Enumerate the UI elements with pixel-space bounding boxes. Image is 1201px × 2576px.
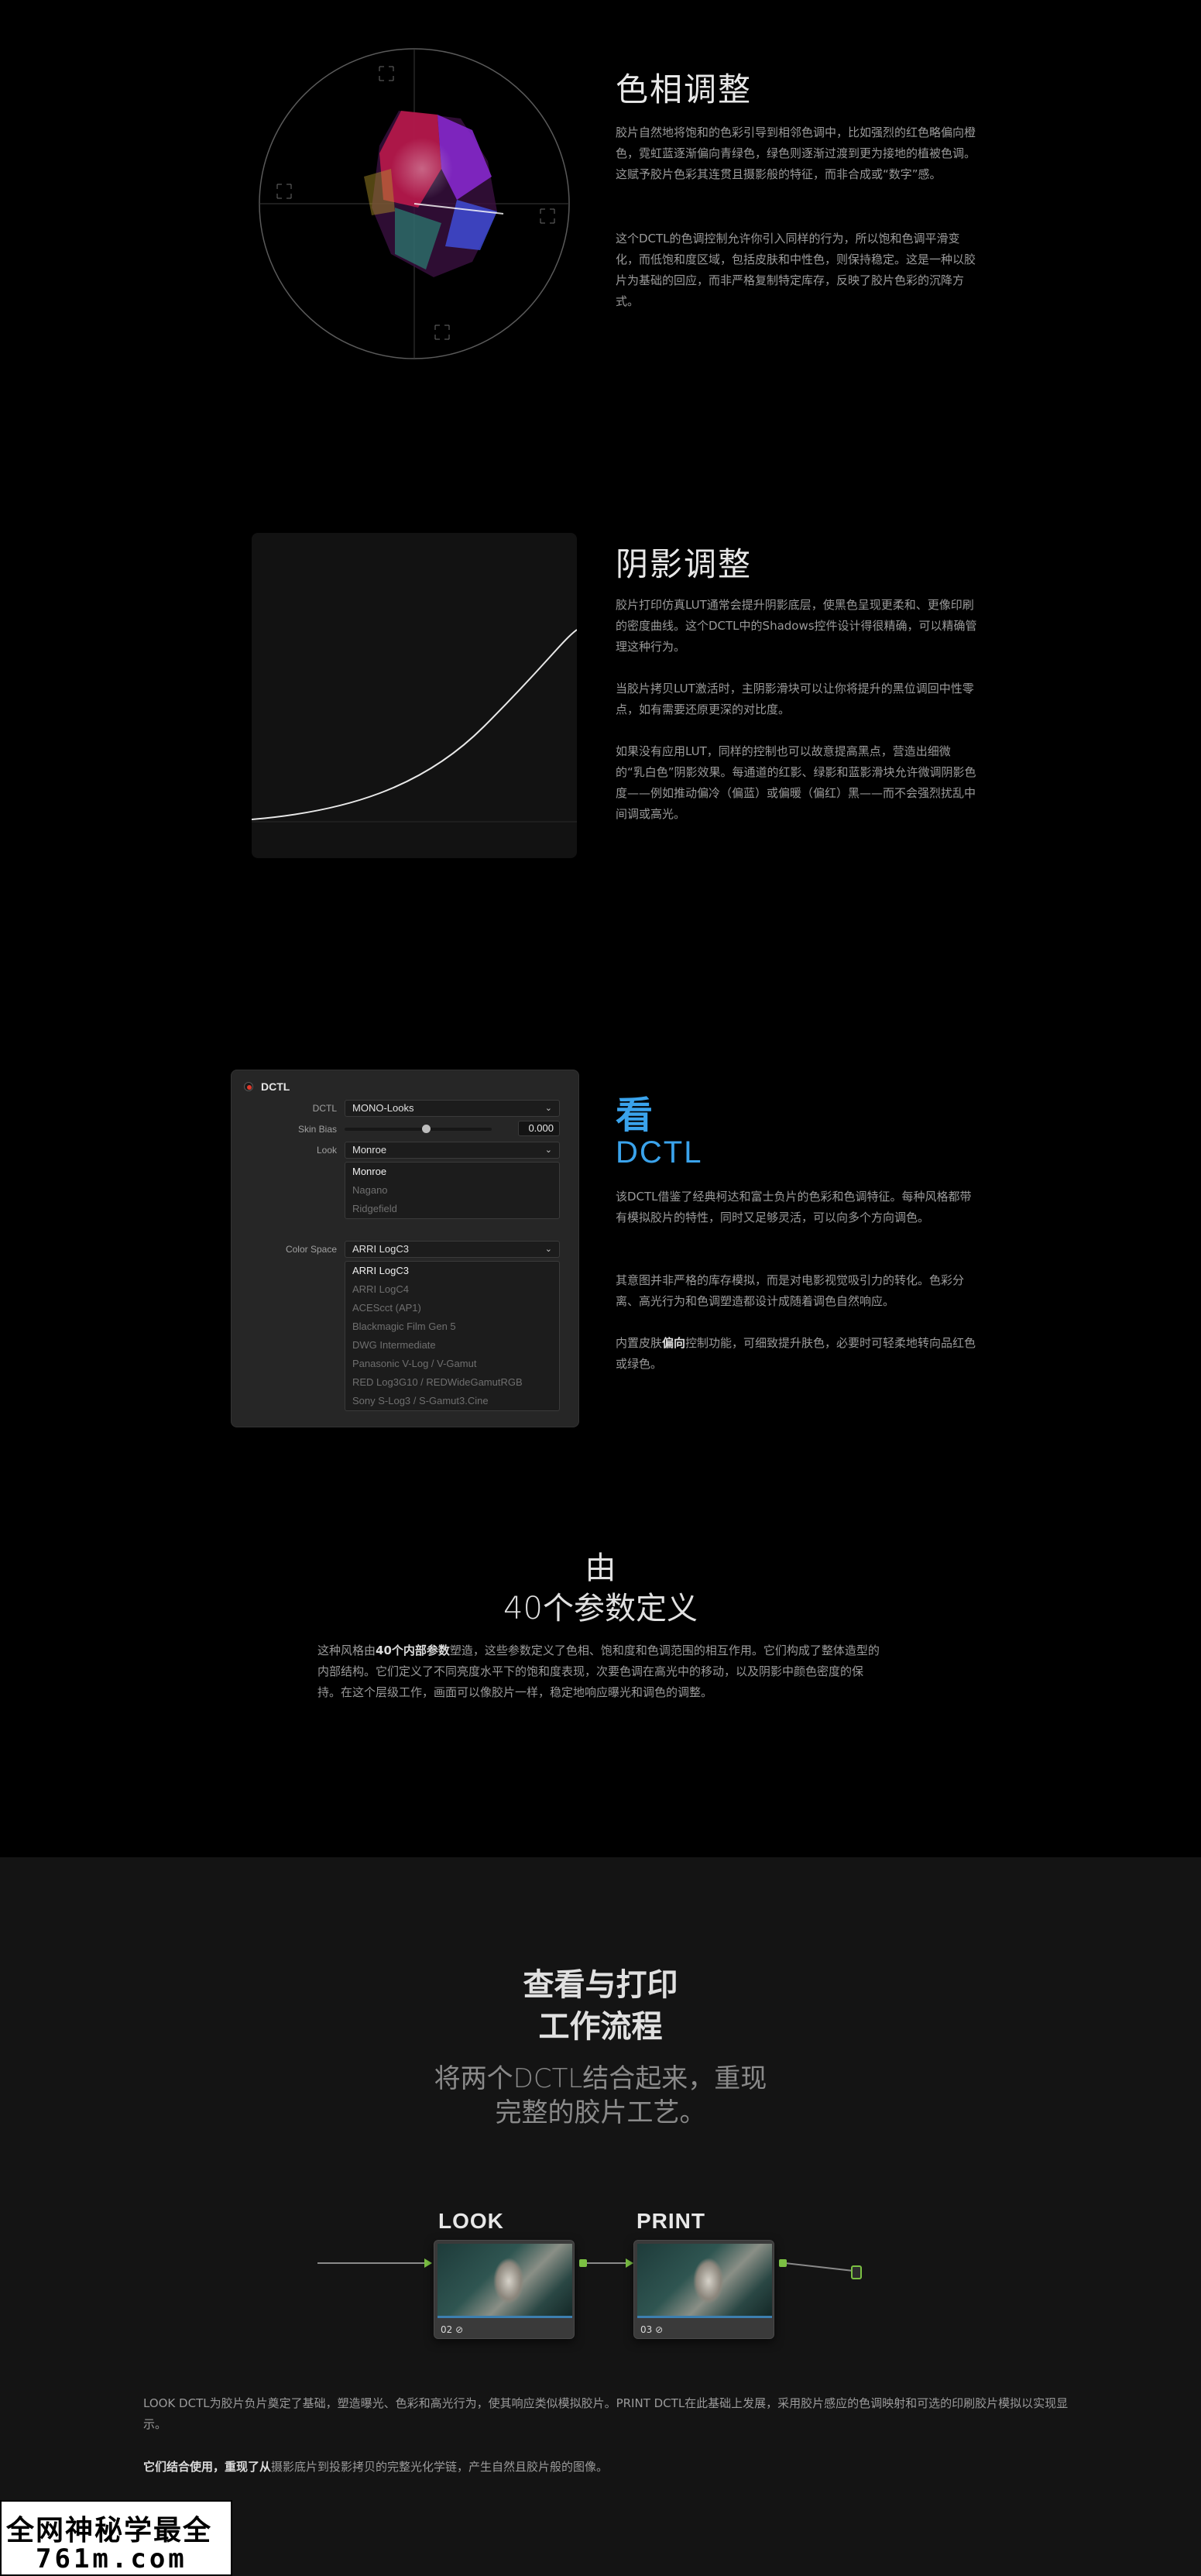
color-space-option[interactable]: Panasonic V-Log / V-Gamut xyxy=(345,1355,559,1373)
look-dropdown-list: Monroe Nagano Ridgefield xyxy=(345,1162,560,1219)
dctl-settings-panel: DCTL DCTL MONO-Looks ⌄ Skin Bias 0.000 L… xyxy=(231,1070,579,1427)
link-icon: ⊘ xyxy=(655,2324,664,2335)
shadows-title: 阴影调整 xyxy=(616,545,753,583)
watermark-line-1: 全网神秘学最全 xyxy=(6,2515,213,2547)
color-space-option[interactable]: ARRI LogC4 xyxy=(345,1280,559,1299)
look-node-thumbnail xyxy=(438,2244,572,2318)
look-title-char: 看 xyxy=(616,1094,654,1137)
look-option-ridgefield[interactable]: Ridgefield xyxy=(345,1200,559,1218)
print-node-thumbnail xyxy=(637,2244,772,2318)
shadows-paragraph-2: 当胶片拷贝LUT激活时，主阴影滑块可以让你将提升的黑位调回中性零点，如有需要还原… xyxy=(616,682,974,716)
dctl-select-value: MONO-Looks xyxy=(352,1102,414,1114)
print-node[interactable]: 03 ⊘ xyxy=(633,2240,774,2339)
look-option-monroe[interactable]: Monroe xyxy=(345,1163,559,1181)
dctl-select[interactable]: MONO-Looks ⌄ xyxy=(345,1100,560,1117)
skin-bias-label: Skin Bias xyxy=(297,1124,337,1135)
color-space-option[interactable]: ACEScct (AP1) xyxy=(345,1299,559,1317)
look-node-title: LOOK xyxy=(438,2209,504,2233)
dctl-panel-title: DCTL xyxy=(261,1080,290,1093)
look-paragraph-2: 其意图并非严格的库存模拟，而是对电影视觉吸引力的转化。色彩分离、高光行为和色调塑… xyxy=(616,1273,965,1308)
print-node-title: PRINT xyxy=(637,2209,705,2233)
watermark-line-2: 761m.com xyxy=(36,2543,187,2574)
color-space-select[interactable]: ARRI LogC3 ⌄ xyxy=(345,1241,560,1258)
record-indicator-icon[interactable] xyxy=(244,1082,253,1091)
look-p3-text: 内置皮肤 xyxy=(616,1336,663,1350)
print-node-footer: 03 ⊘ xyxy=(640,2324,663,2335)
workflow-title-line-1: 查看与打印 xyxy=(523,1967,678,2003)
look-label: Look xyxy=(316,1145,337,1156)
link-icon: ⊘ xyxy=(455,2324,464,2335)
skin-bias-value-field[interactable]: 0.000 xyxy=(518,1121,560,1136)
params-emphasis: 40个内部参数 xyxy=(376,1643,450,1657)
look-select[interactable]: Monroe ⌄ xyxy=(345,1142,560,1159)
workflow-paragraph-2: 它们结合使用，重现了从摄影底片到投影拷贝的完整光化学链，产生自然且胶片般的图像。 xyxy=(143,2457,1088,2478)
look-paragraph-1: 该DCTL借鉴了经典柯达和富士负片的色彩和色调特征。每种风格都带有模拟胶片的特性… xyxy=(616,1190,972,1224)
look-option-nagano[interactable]: Nagano xyxy=(345,1181,559,1200)
workflow-p2-emphasis: 它们结合使用，重现了从 xyxy=(143,2460,272,2474)
print-node-id: 03 xyxy=(640,2324,653,2335)
params-text: 这种风格由 xyxy=(317,1643,376,1657)
color-space-select-value: ARRI LogC3 xyxy=(352,1243,409,1255)
look-node-footer: 02 ⊘ xyxy=(441,2324,463,2335)
chevron-down-icon: ⌄ xyxy=(544,1104,552,1113)
chevron-down-icon: ⌄ xyxy=(544,1245,552,1254)
hue-vectorscope-image xyxy=(259,48,570,359)
hue-title: 色相调整 xyxy=(616,70,753,108)
dctl-label: DCTL xyxy=(312,1103,337,1114)
look-title-dctl: DCTL xyxy=(616,1135,703,1170)
look-select-value: Monroe xyxy=(352,1144,387,1156)
workflow-title-line-2: 工作流程 xyxy=(538,2009,663,2045)
color-space-label: Color Space xyxy=(285,1244,337,1255)
workflow-paragraph-1: LOOK DCTL为胶片负片奠定了基础，塑造曝光、色彩和高光行为，使其响应类似模… xyxy=(143,2396,1069,2431)
hue-paragraph-1: 胶片自然地将饱和的色彩引导到相邻色调中，比如强烈的红色略偏向橙色，霓虹蓝逐渐偏向… xyxy=(616,125,976,181)
node-connection-lines xyxy=(317,2258,862,2279)
color-space-option[interactable]: RED Log3G10 / REDWideGamutRGB xyxy=(345,1373,559,1392)
shadows-paragraph-1: 胶片打印仿真LUT通常会提升阴影底层，使黑色呈现更柔和、更像印刷的密度曲线。这个… xyxy=(616,598,977,654)
color-space-option[interactable]: Sony S-Log3 / S-Gamut3.Cine xyxy=(345,1392,559,1410)
workflow-subtitle-line-1: 将两个DCTL结合起来，重现 xyxy=(434,2063,767,2094)
color-space-option[interactable]: ARRI LogC3 xyxy=(345,1262,559,1280)
color-space-option[interactable]: Blackmagic Film Gen 5 xyxy=(345,1317,559,1336)
dctl-panel-header[interactable]: DCTL xyxy=(244,1078,290,1095)
skin-bias-slider[interactable] xyxy=(345,1125,492,1133)
params-heading-line-2: 40个参数定义 xyxy=(503,1591,698,1626)
shadows-paragraph-3: 如果没有应用LUT，同样的控制也可以故意提高黑点，营造出细微的“乳白色”阴影效果… xyxy=(616,744,976,821)
skin-bias-slider-handle[interactable] xyxy=(421,1125,431,1133)
look-node-id: 02 xyxy=(441,2324,453,2335)
hue-paragraph-2: 这个DCTL的色调控制允许你引入同样的行为，所以饱和色调平滑变化，而低饱和度区域… xyxy=(616,232,976,308)
color-space-option[interactable]: DWG Intermediate xyxy=(345,1336,559,1355)
look-p3-emphasis: 偏向 xyxy=(662,1336,686,1350)
workflow-subtitle-line-2: 完整的胶片工艺。 xyxy=(495,2097,706,2128)
look-paragraph-3: 内置皮肤偏向控制功能，可细致提升肤色，必要时可轻柔地转向品红色或绿色。 xyxy=(616,1333,980,1375)
shadow-curve-graph xyxy=(252,533,577,858)
look-node[interactable]: 02 ⊘ xyxy=(434,2240,575,2339)
params-paragraph: 这种风格由40个内部参数塑造，这些参数定义了色相、饱和度和色调范围的相互作用。它… xyxy=(317,1640,883,1703)
look-node-output-port[interactable] xyxy=(579,2259,587,2267)
print-node-output-port[interactable] xyxy=(779,2259,787,2267)
color-space-dropdown-list: ARRI LogC3 ARRI LogC4 ACEScct (AP1) Blac… xyxy=(345,1261,560,1411)
site-watermark-badge: 全网神秘学最全 761m.com xyxy=(0,2500,232,2576)
params-heading-line-1: 由 xyxy=(585,1551,616,1586)
workflow-p2-text: 摄影底片到投影拷贝的完整光化学链，产生自然且胶片般的图像。 xyxy=(271,2460,609,2474)
chevron-down-icon: ⌄ xyxy=(544,1145,552,1155)
